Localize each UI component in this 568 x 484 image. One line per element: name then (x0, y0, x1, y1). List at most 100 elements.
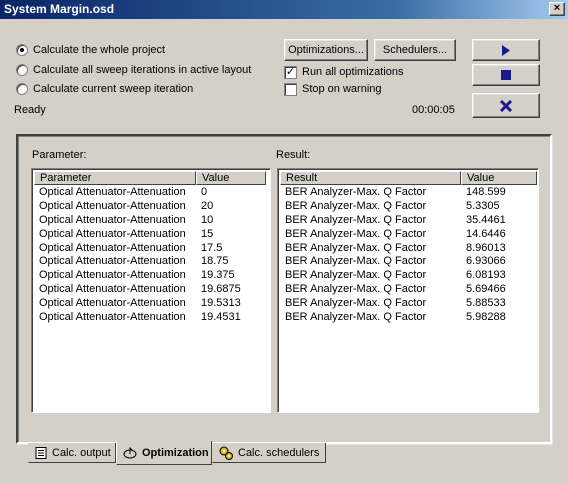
run-button[interactable] (472, 39, 540, 61)
cell-value: 19.4531 (201, 311, 241, 324)
cancel-button[interactable] (472, 93, 540, 118)
run-all-optimizations-checkbox[interactable]: ✓ Run all optimizations (284, 64, 404, 80)
table-row[interactable]: BER Analyzer-Max. Q Factor 6.93066 (280, 255, 537, 269)
column-header-result[interactable]: Result (280, 171, 461, 185)
tab-label: Calc. output (52, 446, 111, 459)
cell-name: Optical Attenuator-Attenuation (39, 199, 186, 212)
cell-name: Optical Attenuator-Attenuation (39, 213, 186, 226)
cell-name: BER Analyzer-Max. Q Factor (285, 186, 427, 198)
radio-current-sweep-iteration[interactable]: Calculate current sweep iteration (16, 81, 193, 97)
column-header-value[interactable]: Value (196, 171, 266, 185)
gears-icon (219, 446, 233, 460)
table-row[interactable]: BER Analyzer-Max. Q Factor 6.08193 (280, 269, 537, 283)
cell-name: Optical Attenuator-Attenuation (39, 283, 186, 296)
result-caption: Result: (276, 149, 311, 161)
column-header-value[interactable]: Value (461, 171, 537, 185)
table-row[interactable]: BER Analyzer-Max. Q Factor 148.599 (280, 186, 537, 200)
cell-value: 10 (201, 213, 214, 226)
cell-name: Optical Attenuator-Attenuation (39, 186, 186, 198)
table-row[interactable]: Optical Attenuator-Attenuation 19.6875 (34, 283, 266, 297)
cell-name: Optical Attenuator-Attenuation (39, 241, 186, 254)
parameter-caption: Parameter: (32, 149, 87, 161)
table-row[interactable]: BER Analyzer-Max. Q Factor 8.96013 (280, 242, 537, 256)
tab-label: Optimization (142, 446, 209, 459)
cell-value: 8.96013 (466, 241, 506, 254)
stop-on-warning-checkbox[interactable]: Stop on warning (284, 81, 382, 97)
result-rows: BER Analyzer-Max. Q Factor 148.599 BER Ana… (280, 186, 537, 325)
cell-value: 6.93066 (466, 255, 506, 268)
table-row[interactable]: BER Analyzer-Max. Q Factor 5.88533 (280, 297, 537, 311)
cell-value: 19.6875 (201, 283, 241, 296)
radio-label: Calculate current sweep iteration (33, 83, 194, 95)
cell-name: BER Analyzer-Max. Q Factor (285, 213, 427, 226)
table-row[interactable]: BER Analyzer-Max. Q Factor 5.98288 (280, 311, 537, 325)
table-row[interactable]: Optical Attenuator-Attenuation 17.5 (34, 242, 266, 256)
cell-value: 0 (201, 186, 208, 198)
cell-name: Optical Attenuator-Attenuation (39, 297, 186, 310)
table-row[interactable]: BER Analyzer-Max. Q Factor 5.3305 (280, 200, 537, 214)
table-row[interactable]: Optical Attenuator-Attenuation 0 (34, 186, 266, 200)
cell-value: 17.5 (201, 241, 223, 254)
table-row[interactable]: Optical Attenuator-Attenuation 10 (34, 214, 266, 228)
document-icon (35, 446, 47, 459)
parameter-list-header: Parameter Value (34, 171, 266, 185)
tab-label: Calc. schedulers (238, 446, 320, 459)
table-row[interactable]: Optical Attenuator-Attenuation 18.75 (34, 255, 266, 269)
elapsed-time: 00:00:05 (412, 104, 455, 116)
window-title: System Margin.osd (4, 2, 115, 16)
tab-calc-output[interactable]: Calc. output (28, 443, 116, 463)
table-row[interactable]: Optical Attenuator-Attenuation 19.5313 (34, 297, 266, 311)
cell-value: 14.6446 (466, 227, 506, 240)
table-row[interactable]: BER Analyzer-Max. Q Factor 5.69466 (280, 283, 537, 297)
cell-name: BER Analyzer-Max. Q Factor (285, 227, 427, 240)
cell-name: BER Analyzer-Max. Q Factor (285, 283, 427, 296)
result-list-header: Result Value (280, 171, 537, 185)
cell-value: 5.69466 (466, 283, 506, 296)
radio-label: Calculate the whole project (33, 44, 166, 56)
radio-indicator[interactable] (16, 83, 28, 95)
cell-name: Optical Attenuator-Attenuation (39, 269, 186, 282)
cell-value: 20 (201, 199, 214, 212)
table-row[interactable]: BER Analyzer-Max. Q Factor 35.4461 (280, 214, 537, 228)
window-close-button[interactable]: × (549, 2, 565, 16)
table-row[interactable]: Optical Attenuator-Attenuation 19.375 (34, 269, 266, 283)
cell-name: BER Analyzer-Max. Q Factor (285, 269, 427, 282)
tab-calc-schedulers[interactable]: Calc. schedulers (212, 443, 326, 463)
table-row[interactable]: Optical Attenuator-Attenuation 15 (34, 228, 266, 242)
table-row[interactable]: Optical Attenuator-Attenuation 19.4531 (34, 311, 266, 325)
checkbox-box[interactable] (284, 82, 297, 96)
cell-value: 19.375 (201, 269, 235, 282)
stop-button[interactable] (472, 64, 540, 86)
tab-optimization[interactable]: Optimization (116, 441, 212, 465)
title-bar: System Margin.osd × (0, 0, 568, 19)
cell-value: 18.75 (201, 255, 229, 268)
radio-all-sweep-iterations[interactable]: Calculate all sweep iterations in active… (16, 62, 251, 78)
close-x-icon (499, 99, 513, 112)
column-header-parameter[interactable]: Parameter (34, 171, 196, 185)
cell-name: BER Analyzer-Max. Q Factor (285, 297, 427, 310)
cell-value: 6.08193 (466, 269, 506, 282)
cell-name: Optical Attenuator-Attenuation (39, 255, 186, 268)
radio-indicator[interactable] (16, 64, 28, 76)
cell-value: 148.599 (466, 186, 506, 198)
table-row[interactable]: BER Analyzer-Max. Q Factor 14.6446 (280, 228, 537, 242)
optimizations-button[interactable]: Optimizations... (284, 39, 368, 61)
cell-value: 15 (201, 227, 214, 240)
radio-indicator[interactable] (16, 44, 28, 56)
cell-name: BER Analyzer-Max. Q Factor (285, 241, 427, 254)
table-row[interactable]: Optical Attenuator-Attenuation 20 (34, 200, 266, 214)
play-icon (502, 44, 510, 56)
result-list[interactable]: Result Value BER Analyzer-Max. Q Factor 1… (277, 168, 539, 413)
schedulers-button[interactable]: Schedulers... (374, 39, 456, 61)
cell-value: 19.5313 (201, 297, 241, 310)
parameter-rows: Optical Attenuator-Attenuation 0 Optical A… (34, 186, 266, 325)
checkbox-label: Stop on warning (302, 83, 382, 95)
radio-whole-project[interactable]: Calculate the whole project (16, 42, 165, 58)
checkbox-box[interactable]: ✓ (284, 65, 297, 79)
cell-name: Optical Attenuator-Attenuation (39, 227, 186, 240)
status-text: Ready (14, 104, 46, 116)
cell-value: 5.88533 (466, 297, 506, 310)
parameter-list[interactable]: Parameter Value Optical Attenuator-Atten… (31, 168, 271, 413)
cell-value: 5.3305 (466, 199, 500, 212)
radio-label: Calculate all sweep iterations in active… (33, 64, 252, 76)
